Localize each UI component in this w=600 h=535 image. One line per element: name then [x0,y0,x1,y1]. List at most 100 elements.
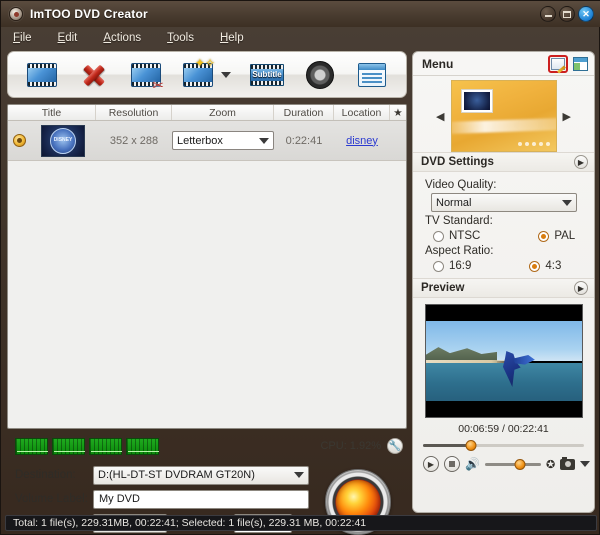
status-bar: Total: 1 file(s), 229.31MB, 00:22:41; Se… [5,515,597,531]
radio-ntsc[interactable]: NTSC [433,230,480,242]
table-row[interactable]: DISNEY 352 x 288 Letterbox 0:22:41 disne… [8,121,406,161]
subtitle-button[interactable]: Subtitle [249,58,285,92]
window-buttons: ✕ [540,6,594,22]
dvd-settings-title: DVD Settings [421,156,494,168]
effect-dropdown-caret-icon[interactable] [221,71,231,78]
radio-dot-icon [433,230,444,242]
camera-dropdown-caret-icon[interactable] [580,461,591,467]
volume-label-input[interactable]: My DVD [93,489,309,509]
column-header-zoom[interactable]: Zoom [172,105,274,120]
dvd-settings-expand-button[interactable]: ▶ [574,155,588,169]
seek-fill [423,444,472,447]
preview-title: Preview [421,282,465,294]
seek-handle[interactable] [465,440,477,451]
menu-edit[interactable]: Edit [58,32,78,44]
dvd-settings-header[interactable]: DVD Settings ▶ [413,152,594,172]
properties-button[interactable] [355,58,389,92]
aspect-ratio-radios: 16:9 4:3 [433,260,586,272]
radio-4-3[interactable]: 4:3 [529,260,561,272]
volume-slider[interactable] [484,458,541,470]
menu-tools[interactable]: Tools [167,32,194,44]
disc-icon [9,7,23,21]
title-bar: ImTOO DVD Creator ✕ [1,1,600,27]
cpu-graph-bar [89,437,122,455]
zoom-dropdown[interactable]: Letterbox [172,131,274,150]
delete-button[interactable] [77,58,111,92]
preview-expand-button[interactable]: ▶ [574,281,588,295]
cpu-monitor-row: CPU: 1.92% 🔧 [15,436,403,456]
radio-pal-label: PAL [554,230,576,242]
volume-track [484,462,541,466]
aspect-ratio-label: Aspect Ratio: [425,245,494,257]
stop-button[interactable] [444,456,460,472]
location-link[interactable]: disney [346,135,378,147]
letterbox-bar-bottom [425,401,582,417]
cpu-usage-label: CPU: 1.92% [320,440,381,452]
preview-header[interactable]: Preview ▶ [413,278,594,298]
speaker-icon [306,60,334,89]
toolbar: ✂ ✦✧ Subtitle [7,51,407,98]
video-quality-value: Normal [436,196,472,209]
radio-16-9[interactable]: 16:9 [433,260,471,272]
snapshot-star-icon[interactable]: ✪ [546,458,555,471]
destination-value: D:(HL-DT-ST DVDRAM GT20N) [98,469,255,481]
camera-icon[interactable] [560,456,576,470]
menu-page-dot [538,142,543,146]
preview-time-display: 00:06:59 / 00:22:41 [458,423,549,435]
window-title: ImTOO DVD Creator [30,7,148,21]
zoom-value: Letterbox [177,134,223,147]
menu-prev-arrow[interactable]: ◀ [436,110,444,123]
clip-button[interactable]: ✂ [129,58,164,93]
menu-file[interactable]: File [13,32,32,44]
cpu-graphs [15,437,159,455]
subtitle-label: Subtitle [252,70,282,79]
minimize-button[interactable] [540,6,556,22]
file-list-header: Title Resolution Zoom Duration Location … [8,105,406,121]
volume-handle[interactable] [514,458,526,470]
preview-controls: ▶ 🔊 ✪ [423,456,594,472]
red-x-icon [81,62,107,88]
audio-button[interactable] [303,58,337,92]
radio-dot-icon [529,260,541,272]
menu-template-thumbnail[interactable] [450,80,557,152]
menu-edit-button[interactable] [548,54,568,73]
left-panel: ✂ ✦✧ Subtitle Title Resolution Zoom Dura… [7,51,407,535]
video-preview[interactable] [424,304,583,418]
column-header-location[interactable]: Location [334,105,390,120]
template-layout-icon[interactable] [573,56,588,71]
column-header-resolution[interactable]: Resolution [96,105,172,120]
cpu-graph-bar [15,437,48,455]
speaker-volume-icon[interactable]: 🔊 [465,457,480,471]
radio-pal[interactable]: PAL [538,230,575,242]
column-header-star[interactable]: ★ [390,105,406,120]
status-text: Total: 1 file(s), 229.31MB, 00:22:41; Se… [13,517,367,529]
menu-actions[interactable]: Actions [103,32,141,44]
destination-dropdown[interactable]: D:(HL-DT-ST DVDRAM GT20N) [93,465,309,485]
volume-label-label: Volume Label: [15,493,88,505]
preview-sea [425,363,582,403]
menu-page-dot [524,142,529,146]
add-video-button[interactable] [25,58,59,92]
expand-circle-icon[interactable] [12,134,26,147]
effect-button[interactable]: ✦✧ [181,56,215,92]
maximize-button[interactable] [559,6,575,22]
menu-help[interactable]: Help [220,32,244,44]
radio-16-9-label: 16:9 [449,260,472,272]
wrench-icon[interactable]: 🔧 [387,438,403,454]
thumbnail-logo: DISNEY [50,127,76,154]
play-button[interactable]: ▶ [423,456,439,472]
column-header-duration[interactable]: Duration [274,105,334,120]
menu-next-arrow[interactable]: ▶ [563,110,571,123]
film-strip-icon [27,62,57,87]
video-quality-dropdown[interactable]: Normal [431,193,577,212]
right-panel: Menu ◀ ▶ DVD Settings ▶ Video Quality: N… [412,51,595,513]
application-window: ImTOO DVD Creator ✕ File Edit Actions To… [0,0,600,535]
chevron-down-icon [562,199,572,206]
dvd-settings-body: Video Quality: Normal TV Standard: NTSC … [413,172,594,274]
cell-resolution: 352 x 288 [109,134,159,147]
column-header-title[interactable]: Title [8,105,96,120]
preview-seek-slider[interactable] [423,440,584,451]
tv-standard-label: TV Standard: [425,215,493,227]
close-button[interactable]: ✕ [578,6,594,22]
radio-ntsc-label: NTSC [449,230,481,242]
